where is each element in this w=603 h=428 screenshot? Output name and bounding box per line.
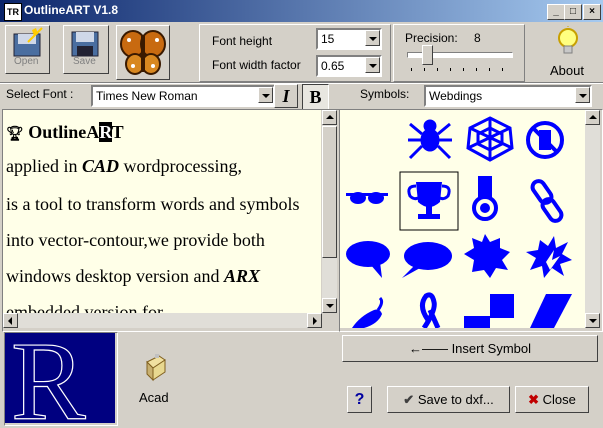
sunglasses-icon[interactable]	[346, 192, 388, 204]
web-icon[interactable]	[466, 116, 514, 162]
ribbon-icon[interactable]	[420, 292, 441, 328]
help-button[interactable]: ?	[347, 386, 372, 413]
chevron-down-icon[interactable]	[365, 57, 380, 73]
chain-link-icon[interactable]	[530, 179, 564, 224]
acad-label: Acad	[139, 390, 169, 405]
outline-preview: R	[5, 333, 115, 423]
close-button[interactable]: ✖ Close	[515, 386, 589, 413]
insert-symbol-label: Insert Symbol	[451, 341, 532, 356]
lightbulb-icon	[558, 26, 578, 54]
editor-title-prefix: Outline	[28, 122, 87, 142]
close-x-icon: ✖	[528, 392, 540, 407]
scroll-up-button[interactable]	[322, 110, 337, 125]
font-width-select[interactable]: 0.65	[316, 55, 382, 77]
spider-icon[interactable]	[408, 119, 452, 160]
font-width-value: 0.65	[321, 59, 345, 73]
editor-title-suffix: T	[111, 122, 124, 142]
speech-bubble-right-icon[interactable]	[402, 242, 452, 278]
scroll-left-button[interactable]	[3, 313, 18, 328]
font-width-label: Font width factor	[212, 58, 301, 72]
outline-letter-preview: R	[10, 333, 86, 423]
precision-value: 8	[474, 31, 481, 45]
parallelogram-icon[interactable]	[530, 294, 572, 328]
explosion-icon[interactable]	[526, 236, 572, 278]
open-label: Open	[14, 56, 39, 67]
font-height-label: Font height	[212, 34, 273, 48]
editor-hscrollbar[interactable]	[3, 313, 322, 328]
editor-vscrollbar[interactable]	[322, 110, 337, 313]
minimize-button[interactable]: _	[547, 4, 565, 20]
editor-title-a: A	[86, 122, 100, 142]
text-editor[interactable]: 🏆︎ OutlineART applied in CAD wordprocess…	[3, 110, 321, 318]
save-dxf-label: Save to dxf...	[417, 392, 494, 407]
select-font-label: Select Font :	[6, 87, 74, 101]
trophy-icon[interactable]	[407, 182, 451, 219]
minimize-icon: _	[553, 6, 559, 17]
symbols-vscrollbar[interactable]	[585, 110, 600, 328]
editor-line-4: windows desktop version and ARX	[6, 266, 261, 286]
symbols-label: Symbols:	[360, 87, 410, 101]
acad-icon	[146, 354, 166, 382]
title-bar[interactable]: TR OutlineART V1.8 _ □ ×	[0, 0, 603, 22]
save-dxf-button[interactable]: ✔ Save to dxf...	[387, 386, 510, 413]
main-window: TR OutlineART V1.8 _ □ × Open Save Font …	[0, 0, 603, 428]
open-button[interactable]: Open	[5, 25, 50, 74]
editor-title-line: 🏆︎ OutlineART	[6, 122, 124, 143]
app-icon: TR	[4, 3, 22, 21]
symbols-font-value: Webdings	[429, 89, 483, 103]
about-label: About	[550, 63, 584, 78]
symbols-svg	[346, 116, 572, 328]
slider-ticks	[411, 68, 503, 71]
editor-line-3: into vector-contour,we provide both	[6, 230, 265, 250]
bold-button[interactable]: B	[302, 84, 329, 110]
editor-line-2: is a tool to transform words and symbols	[6, 194, 300, 214]
chevron-down-icon[interactable]	[258, 87, 273, 103]
preview-letter: R	[11, 333, 86, 423]
save-label: Save	[73, 56, 96, 67]
font-height-select[interactable]: 15	[316, 28, 382, 50]
font-select[interactable]: Times New Roman	[91, 85, 275, 107]
speech-bubble-left-icon[interactable]	[346, 241, 390, 278]
symbols-scroll-down-button[interactable]	[585, 313, 600, 328]
scroll-down-button[interactable]	[322, 298, 337, 313]
insert-symbol-button[interactable]: ←—— Insert Symbol	[342, 335, 598, 362]
precision-label: Precision:	[405, 31, 458, 45]
close-label: Close	[542, 392, 576, 407]
butterfly-icon	[120, 30, 166, 75]
editor-vscroll-thumb[interactable]	[322, 126, 337, 258]
editor-line-1: applied in CAD wordprocessing,	[6, 156, 242, 176]
starburst-icon[interactable]	[464, 234, 510, 278]
no-phone-icon[interactable]	[526, 121, 564, 159]
symbols-font-select[interactable]: Webdings	[424, 85, 592, 107]
symbols-grid[interactable]	[340, 110, 585, 328]
trophy-icon: 🏆︎	[6, 127, 24, 142]
precision-slider-thumb[interactable]	[422, 45, 433, 65]
about-button[interactable]: About	[543, 24, 593, 80]
checkmark-icon: ✔	[403, 392, 415, 407]
chevron-down-icon[interactable]	[365, 30, 380, 46]
editor-selection: R	[99, 122, 112, 142]
medal-icon[interactable]	[472, 176, 498, 221]
maximize-icon: □	[569, 6, 577, 17]
close-icon: ×	[589, 6, 595, 17]
pepper-icon[interactable]	[352, 296, 384, 328]
font-height-value: 15	[321, 32, 335, 46]
maximize-button[interactable]: □	[564, 4, 582, 20]
scroll-right-button[interactable]	[307, 313, 322, 328]
arrow-left-icon: ←——	[408, 341, 448, 356]
window-title: OutlineART V1.8	[24, 3, 119, 17]
acad-button[interactable]: Acad	[135, 352, 183, 408]
symbols-scroll-up-button[interactable]	[585, 110, 600, 125]
checker-icon[interactable]	[464, 294, 514, 328]
close-window-button[interactable]: ×	[583, 4, 601, 20]
italic-button[interactable]: I	[274, 84, 298, 108]
font-select-value: Times New Roman	[96, 89, 198, 103]
chevron-down-icon[interactable]	[575, 87, 590, 103]
save-button[interactable]: Save	[63, 25, 109, 74]
butterfly-logo-button[interactable]	[116, 25, 170, 80]
